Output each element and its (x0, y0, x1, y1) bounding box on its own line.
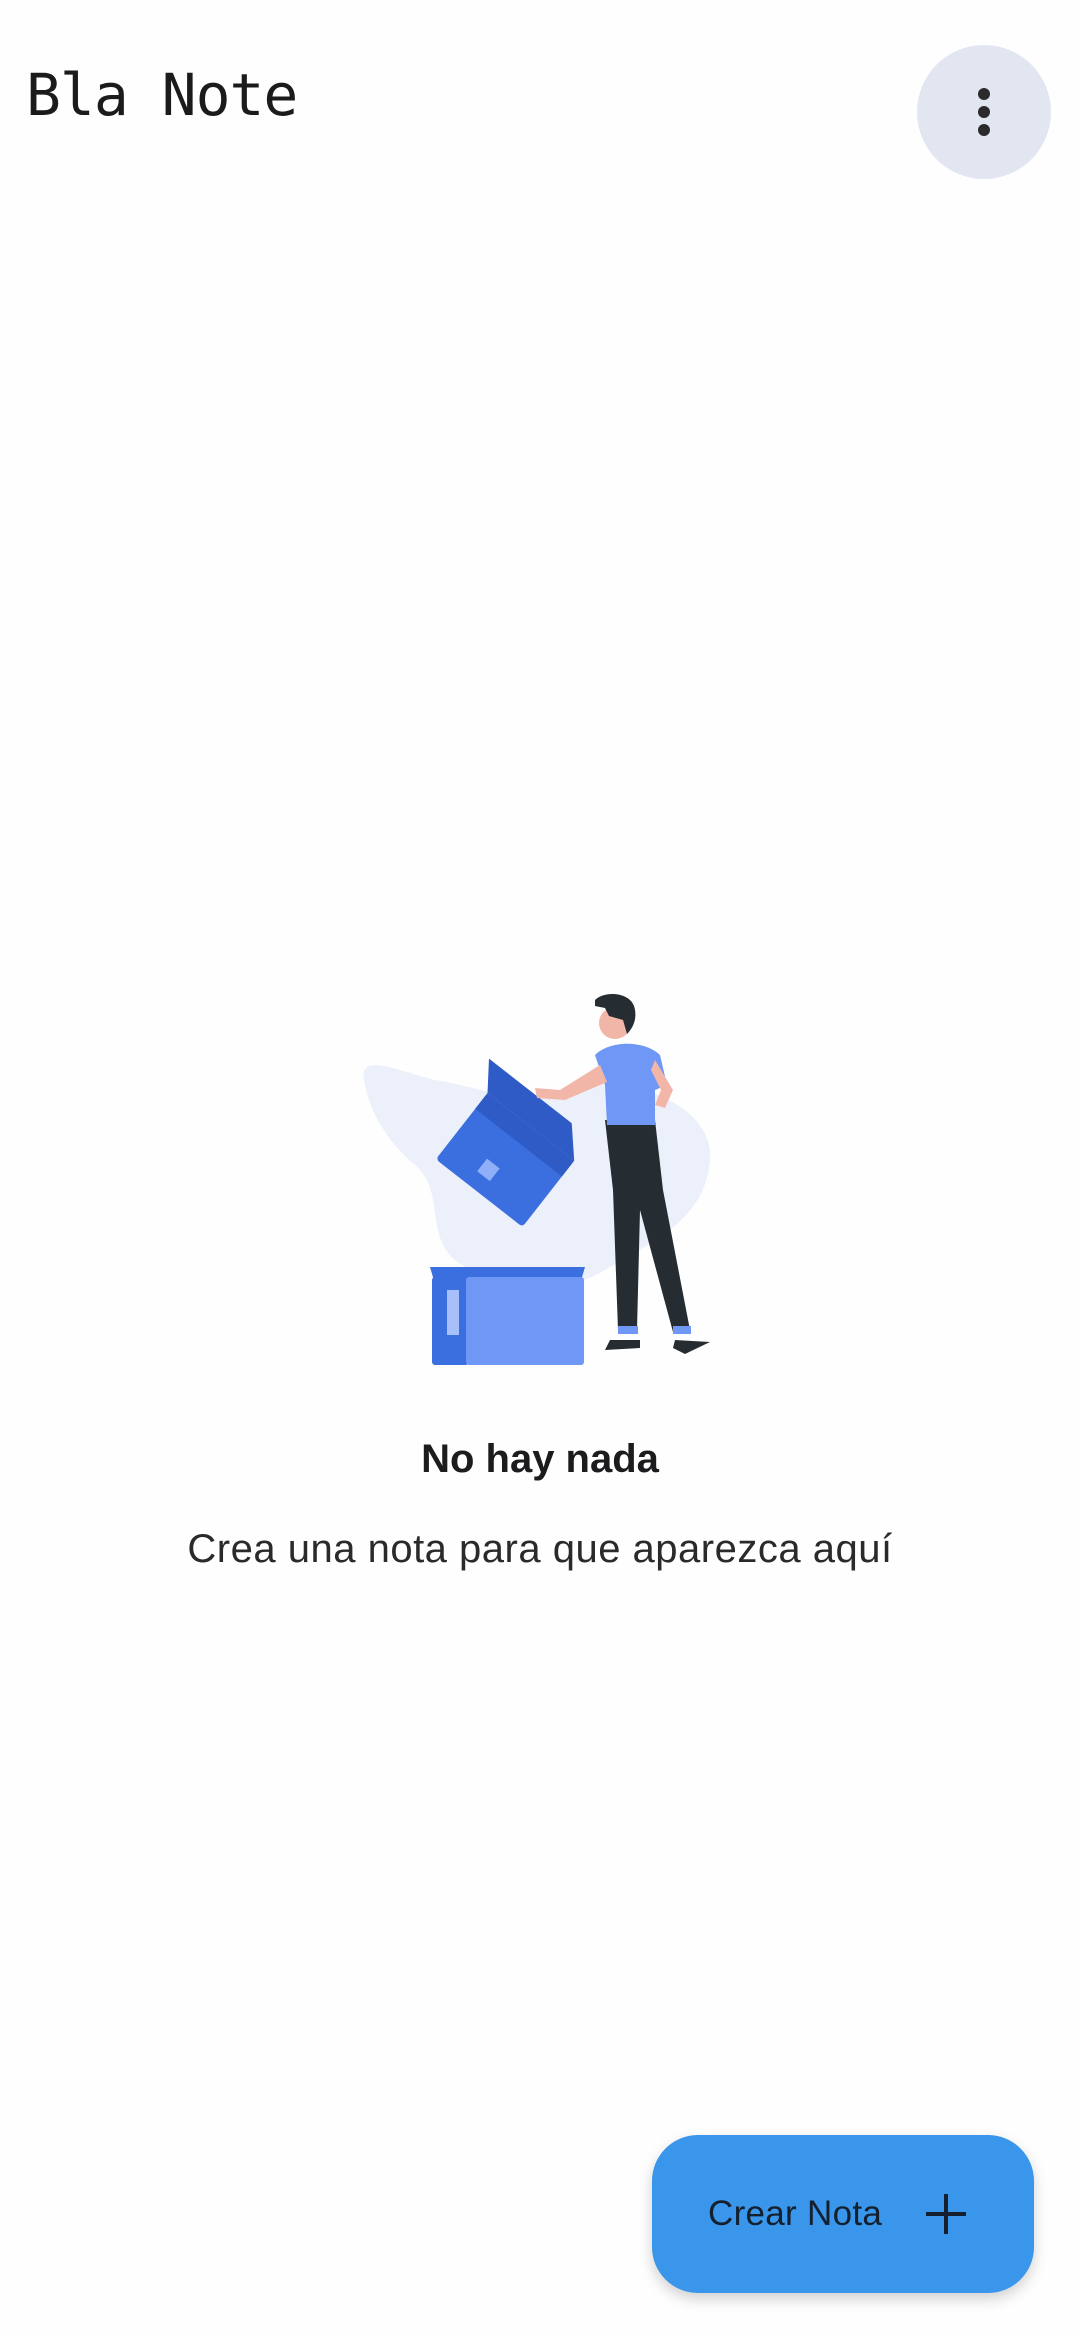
more-vert-icon (977, 88, 991, 136)
plus-icon (924, 2192, 968, 2236)
notes-screen: Bla Note No hay nada Crea una nota para … (0, 0, 1080, 2338)
empty-state-title: No hay nada (421, 1437, 659, 1481)
app-title: Bla Note (26, 61, 298, 129)
empty-state-illustration (355, 990, 725, 1380)
empty-state-subtitle: Crea una nota para que aparezca aquí (187, 1527, 893, 1571)
overflow-menu-button[interactable] (917, 45, 1051, 179)
create-note-button[interactable]: Crear Nota (652, 2135, 1034, 2293)
create-note-label: Crear Nota (708, 2194, 883, 2233)
